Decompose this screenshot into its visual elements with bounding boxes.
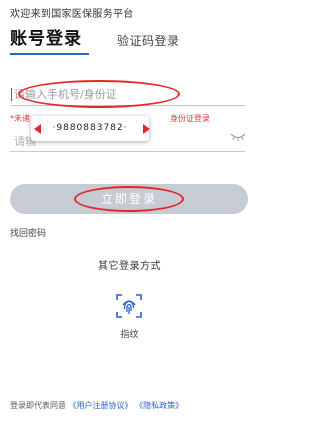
user-agreement-link[interactable]: 《用户注册协议》 <box>69 401 133 410</box>
popup-value: ·9880883782· <box>52 123 128 133</box>
eye-closed-icon[interactable] <box>230 130 246 142</box>
tab-code-login[interactable]: 验证码登录 <box>117 32 180 49</box>
other-login-methods-title: 其它登录方式 <box>98 261 161 272</box>
annotation-oval-account <box>18 80 180 108</box>
fingerprint-icon[interactable] <box>115 292 143 320</box>
autofill-popup[interactable]: ·9880883782· <box>31 116 149 141</box>
fingerprint-label: 指纹 <box>120 330 139 340</box>
annotation-oval-login <box>74 186 184 212</box>
welcome-text: 欢迎来到国家医保服务平台 <box>10 9 134 20</box>
privacy-policy-link[interactable]: 《隐私政策》 <box>135 401 183 410</box>
annotation-arrow-left <box>34 124 41 134</box>
annotation-arrow-right <box>143 124 150 134</box>
hint-text-right: 身份证登录 <box>170 114 210 123</box>
footer-agreement: 登录即代表同意 《用户注册协议》 《隐私政策》 <box>10 400 183 411</box>
footer-prefix: 登录即代表同意 <box>10 401 66 410</box>
tab-account-login[interactable]: 账号登录 <box>10 24 82 49</box>
active-tab-underline <box>10 53 89 55</box>
forgot-password-link[interactable]: 找回密码 <box>10 226 46 239</box>
text-cursor <box>11 88 12 101</box>
hint-text-left: *未诸 <box>10 114 30 123</box>
